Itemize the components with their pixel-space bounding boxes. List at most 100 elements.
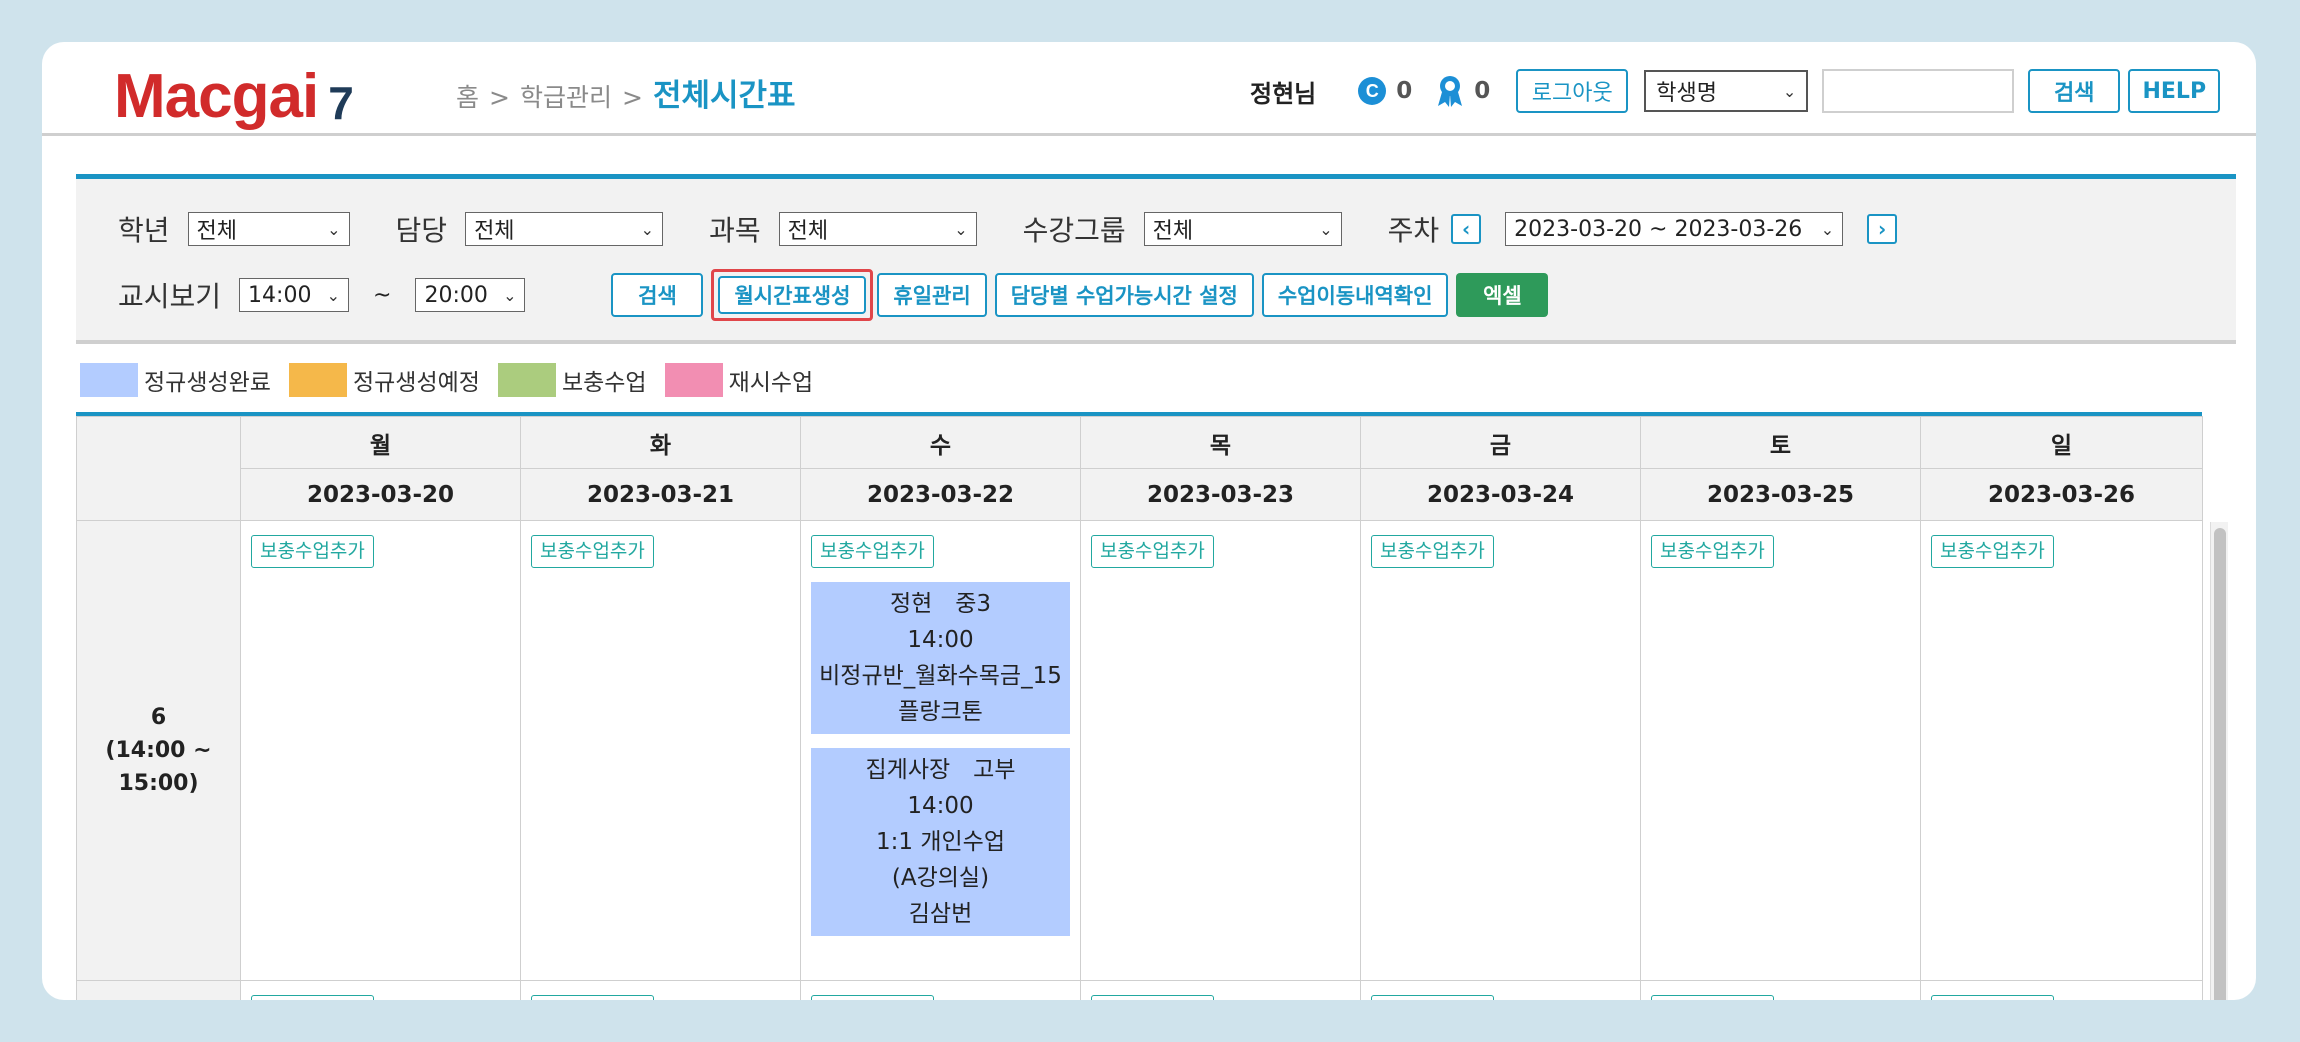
add-makeup-class-button[interactable]: 보충수업추가 <box>1931 535 2054 568</box>
day-header: 화 <box>520 416 801 469</box>
teacher-select[interactable]: 전체 ⌄ <box>465 212 664 246</box>
teacher-value: 전체 <box>474 219 515 244</box>
breadcrumb-separator: > <box>489 83 510 112</box>
filter-panel: 학년 전체 ⌄ 담당 전체 ⌄ 과목 전체 ⌄ 수강그룹 전체 ⌄ 주차 ‹ 2… <box>76 174 2236 344</box>
day-cell: 보충수업추가 <box>1640 980 1921 1000</box>
legend-swatch <box>497 363 556 397</box>
add-makeup-class-button[interactable]: 보충수업추가 <box>811 995 934 1000</box>
chevron-left-icon: ‹ <box>1462 217 1471 241</box>
add-makeup-class-button[interactable]: 보충수업추가 <box>251 995 374 1000</box>
date-header: 2023-03-22 <box>800 468 1081 521</box>
subject-label: 과목 <box>709 214 761 247</box>
lesson-room: 플랑크톤 <box>898 699 983 725</box>
subject-select[interactable]: 전체 ⌄ <box>778 212 977 246</box>
day-cell-mon: 보충수업추가 <box>240 520 521 981</box>
search-input[interactable] <box>1822 69 2015 113</box>
breadcrumb-section[interactable]: 학급관리 <box>520 78 612 114</box>
day-cell-sun: 보충수업추가 <box>1920 520 2203 981</box>
chevron-down-icon: ⌄ <box>1319 219 1333 239</box>
logo[interactable]: Macgai 7 <box>114 48 354 128</box>
lesson-card[interactable]: 정현 중3 14:00 비정규반_월화수목금_15 플랑크톤 <box>811 582 1070 734</box>
add-makeup-class-button[interactable]: 보충수업추가 <box>251 535 374 568</box>
add-makeup-class-button[interactable]: 보충수업추가 <box>1371 535 1494 568</box>
date-header: 2023-03-24 <box>1360 468 1641 521</box>
breadcrumb: 홈 > 학급관리 > 전체시간표 <box>456 70 796 115</box>
add-makeup-class-button[interactable]: 보충수업추가 <box>531 995 654 1000</box>
period-from-value: 14:00 <box>248 282 312 308</box>
legend-swatch <box>80 363 138 397</box>
add-makeup-class-button[interactable]: 보충수업추가 <box>531 535 654 568</box>
excel-button[interactable]: 엑셀 <box>1456 273 1549 317</box>
grade-select[interactable]: 전체 ⌄ <box>187 212 350 246</box>
legend-label: 보충수업 <box>561 370 647 396</box>
chevron-down-icon: ⌄ <box>326 285 341 305</box>
chevron-down-icon: ⌄ <box>503 285 517 305</box>
period-row: 6 (14:00 ~ 15:00) 보충수업추가 보충수업추가 보충수업추가 정… <box>76 520 2203 981</box>
lesson-student: 정현 중3 <box>889 591 992 617</box>
day-header: 일 <box>1920 416 2203 469</box>
legend-item: 정규생성완료 <box>80 363 271 397</box>
day-cell-sat: 보충수업추가 <box>1640 520 1921 981</box>
add-makeup-class-button[interactable]: 보충수업추가 <box>1651 535 1774 568</box>
search-type-value: 학생명 <box>1656 81 1718 106</box>
group-value: 전체 <box>1152 219 1194 244</box>
lesson-class-name: 비정규반_월화수목금_15 <box>819 663 1062 689</box>
help-button[interactable]: HELP <box>2128 69 2221 113</box>
period-label-cell: 6 (14:00 ~ 15:00) <box>76 520 241 981</box>
search-type-select[interactable]: 학생명 ⌄ <box>1644 70 1809 112</box>
grade-label: 학년 <box>118 214 170 247</box>
day-header-row: 월 화 수 목 금 토 일 <box>76 416 2203 521</box>
lesson-card[interactable]: 집게사장 고부 14:00 1:1 개인수업 (A강의실) 김삼번 <box>811 748 1070 936</box>
breadcrumb-home[interactable]: 홈 <box>456 78 479 114</box>
header-search-button[interactable]: 검색 <box>2028 69 2121 113</box>
subject-value: 전체 <box>787 219 829 244</box>
week-label: 주차 <box>1387 214 1440 247</box>
legend: 정규생성완료 정규생성예정 보충수업 재시수업 <box>80 362 831 398</box>
legend-item: 정규생성예정 <box>288 363 480 397</box>
lesson-teacher: 김삼번 <box>908 901 973 927</box>
next-week-button[interactable]: › <box>1867 214 1898 244</box>
teacher-hours-button[interactable]: 담당별 수업가능시간 설정 <box>994 273 1254 317</box>
day-cell: 보충수업추가 <box>520 980 801 1000</box>
date-header: 2023-03-21 <box>520 468 801 521</box>
legend-item: 보충수업 <box>497 363 647 397</box>
breadcrumb-separator: > <box>621 83 643 112</box>
date-header-row: 2023-03-20 2023-03-21 2023-03-22 2023-03… <box>77 468 2203 521</box>
group-select[interactable]: 전체 ⌄ <box>1143 212 1342 246</box>
add-makeup-class-button[interactable]: 보충수업추가 <box>1371 995 1494 1000</box>
prev-week-button[interactable]: ‹ <box>1451 214 1482 244</box>
vertical-scrollbar[interactable] <box>2210 522 2228 1000</box>
add-makeup-class-button[interactable]: 보충수업추가 <box>1091 995 1214 1000</box>
filter-row-2: 교시보기 14:00 ⌄ ~ 20:00 ⌄ 검색 월시간표생성 휴일관리 담당… <box>118 269 1549 321</box>
day-header: 목 <box>1080 416 1361 469</box>
coin-icon: C <box>1358 77 1387 105</box>
create-monthly-timetable-button[interactable]: 월시간표생성 <box>718 276 867 314</box>
add-makeup-class-button[interactable]: 보충수업추가 <box>1091 535 1214 568</box>
holiday-manage-button[interactable]: 휴일관리 <box>877 273 987 317</box>
scrollbar-thumb[interactable] <box>2214 528 2226 1000</box>
period-label-cell <box>76 980 241 1000</box>
lesson-student: 집게사장 고부 <box>865 757 1016 783</box>
chevron-down-icon: ⌄ <box>327 219 341 239</box>
add-makeup-class-button[interactable]: 보충수업추가 <box>1931 995 2054 1000</box>
day-cell-tue: 보충수업추가 <box>520 520 801 981</box>
logout-button[interactable]: 로그아웃 <box>1516 69 1629 113</box>
filter-search-button[interactable]: 검색 <box>611 273 704 317</box>
date-header: 2023-03-25 <box>1640 468 1921 521</box>
week-select[interactable]: 2023-03-20 ~ 2023-03-26 ⌄ <box>1505 212 1844 246</box>
move-history-button[interactable]: 수업이동내역확인 <box>1261 273 1449 317</box>
period-to-value: 20:00 <box>424 282 488 308</box>
period-from-select[interactable]: 14:00 ⌄ <box>239 278 350 312</box>
day-cell-fri: 보충수업추가 <box>1360 520 1641 981</box>
legend-item: 재시수업 <box>664 363 813 397</box>
day-header: 토 <box>1640 416 1921 469</box>
legend-label: 정규생성완료 <box>144 370 271 396</box>
user-area: 정현님 C 0 0 로그아웃 학생명 ⌄ 검색 HELP <box>1250 68 2221 114</box>
period-view-label: 교시보기 <box>118 280 222 313</box>
add-makeup-class-button[interactable]: 보충수업추가 <box>811 535 934 568</box>
chevron-down-icon: ⌄ <box>1820 219 1835 239</box>
day-cell: 보충수업추가 <box>1920 980 2203 1000</box>
legend-swatch <box>664 363 723 397</box>
add-makeup-class-button[interactable]: 보충수업추가 <box>1651 995 1774 1000</box>
period-to-select[interactable]: 20:00 ⌄ <box>415 278 526 312</box>
